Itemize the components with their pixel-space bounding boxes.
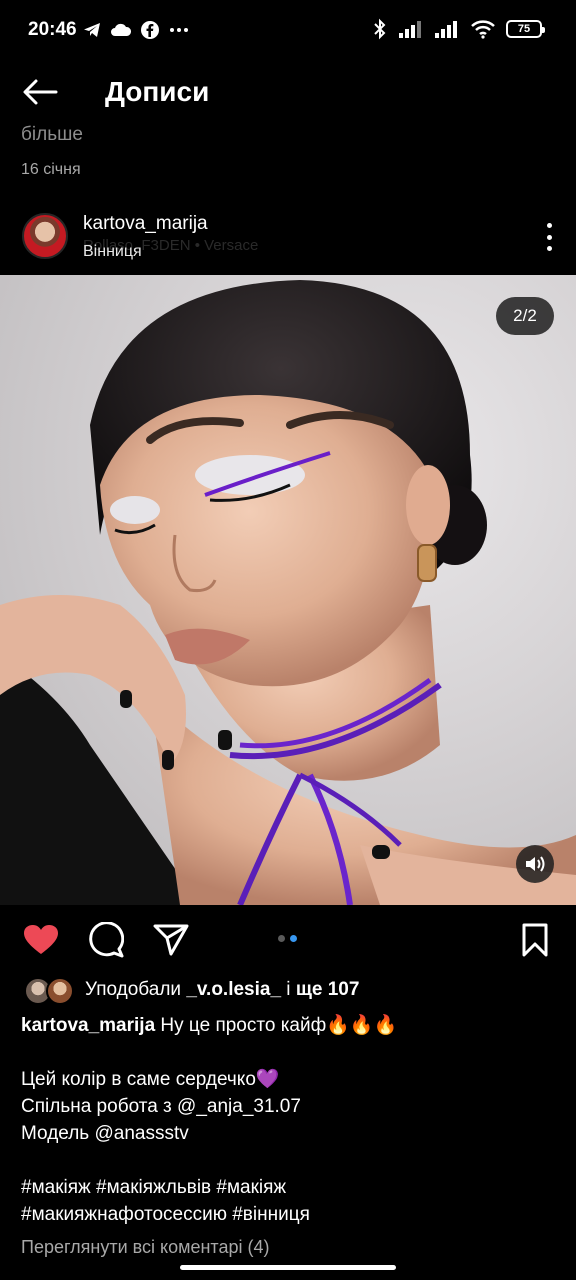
post-actions [0, 905, 576, 975]
paper-plane-icon [153, 924, 189, 956]
view-all-comments-link[interactable]: Переглянути всі коментарі (4) [21, 1237, 269, 1258]
status-bar: 20:46 75 [0, 0, 576, 62]
caption-hashtags[interactable]: #макияжнафотосессию #вінниця [21, 1201, 561, 1228]
post-caption: kartova_marija Ну це просто кайф🔥🔥🔥 Цей … [21, 1012, 561, 1228]
liker-username[interactable]: _v.o.lesia_ [186, 979, 281, 1000]
post-username[interactable]: kartova_marija [83, 213, 208, 235]
battery-level: 75 [517, 23, 531, 35]
more-dots-icon [170, 28, 188, 32]
status-left-icons [82, 20, 190, 40]
liker-avatars [24, 977, 74, 1005]
cloud-icon [111, 23, 132, 36]
post-header: kartova_marija Rollaso, F3DEN • Versace … [0, 205, 576, 273]
portrait-photo [0, 280, 576, 905]
save-button[interactable] [516, 921, 554, 959]
comment-icon [89, 922, 124, 958]
back-button[interactable] [18, 72, 62, 112]
bookmark-icon [522, 923, 548, 957]
comment-button[interactable] [87, 921, 125, 959]
post-photo[interactable]: 2/2 [0, 275, 576, 905]
caption-line: Спільна робота з @_anja_31.07 [21, 1096, 301, 1117]
caption-line: Модель @anassstv [21, 1123, 189, 1144]
post-date: 16 січня [21, 161, 81, 178]
likes-row[interactable]: Уподобали _v.o.lesia_ і ще 107 [0, 975, 576, 1007]
caption-line: Цей колір в саме сердечко💜 [21, 1069, 280, 1090]
dot-icon [546, 234, 552, 240]
signal-icon [435, 21, 457, 38]
caption-line [21, 1039, 561, 1066]
page-title: Дописи [105, 76, 210, 107]
home-indicator[interactable] [180, 1265, 396, 1270]
status-right-icons: 75 [372, 18, 545, 40]
telegram-icon [84, 23, 100, 37]
sound-button[interactable] [516, 845, 554, 883]
avatar [46, 977, 74, 1005]
caption-username[interactable]: kartova_marija [21, 1015, 155, 1036]
dot-icon [546, 223, 552, 228]
caption-line: kartova_marija Ну це просто кайф🔥🔥🔥 [21, 1012, 561, 1039]
page-counter-text: 2/2 [513, 306, 537, 325]
likes-summary[interactable]: Уподобали _v.o.lesia_ і ще 107 [85, 979, 359, 1001]
avatar[interactable] [22, 213, 68, 259]
like-button[interactable] [22, 921, 60, 959]
post-location[interactable]: Вінниця [83, 243, 142, 261]
app-header: Дописи [0, 62, 576, 122]
more-options-button[interactable] [544, 223, 554, 251]
arrow-left-icon [23, 79, 58, 105]
carousel-dot-active [290, 935, 297, 942]
carousel-dot [278, 935, 285, 942]
likes-middle: і [281, 979, 296, 1000]
caption-more-link[interactable]: більше [21, 124, 83, 146]
caption-line [21, 1147, 561, 1174]
caption-hashtags[interactable]: #макіяж #макіяжльвів #макіяж [21, 1174, 561, 1201]
speaker-icon [526, 856, 545, 872]
status-time: 20:46 [28, 19, 77, 40]
caption-text: Ну це просто кайф🔥🔥🔥 [155, 1015, 398, 1036]
battery-icon: 75 [506, 20, 545, 38]
dot-icon [546, 246, 552, 251]
facebook-icon [141, 21, 159, 39]
likes-prefix: Уподобали [85, 979, 187, 1000]
carousel-page-counter: 2/2 [496, 297, 554, 335]
heart-icon [24, 925, 58, 954]
carousel-dots [278, 935, 297, 942]
likes-count[interactable]: ще 107 [296, 979, 360, 1000]
bluetooth-icon [374, 18, 386, 40]
wifi-icon [471, 20, 495, 39]
share-button[interactable] [152, 921, 190, 959]
signal-icon [399, 21, 421, 38]
